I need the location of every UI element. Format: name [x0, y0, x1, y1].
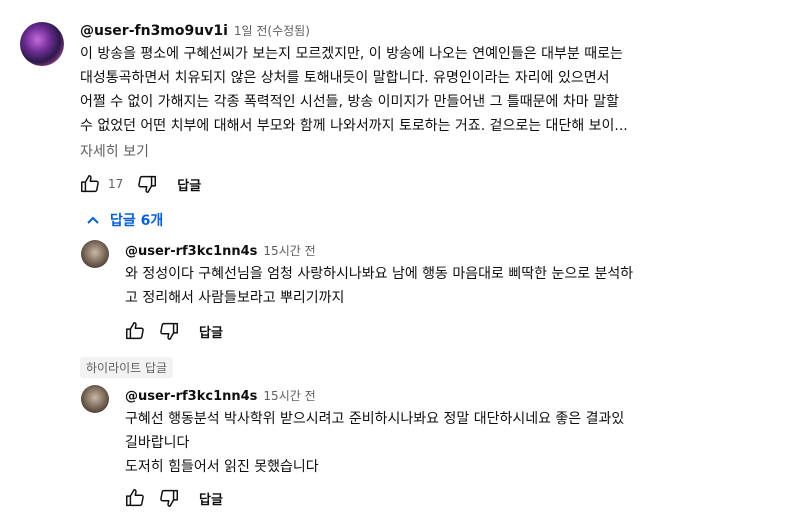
commenter-avatar[interactable] — [20, 22, 64, 66]
reply-avatar[interactable] — [81, 385, 109, 413]
reply-button[interactable]: 답글 — [199, 322, 223, 341]
comment-line: 이 방송을 평소에 구혜선씨가 보는지 모르겠지만, 이 방송에 나오는 연예인… — [80, 46, 623, 62]
highlighted-reply-badge: 하이라이트 답글 — [80, 357, 174, 378]
comment-line: 수 없었던 어떤 치부에 대해서 부모와 함께 나와서까지 토로하는 거죠. 겉… — [80, 118, 628, 134]
reply-body: 와 정성이다 구혜선님을 엄청 사랑하시나봐요 남에 행동 마음대로 삐딱한 눈… — [125, 262, 633, 310]
reply-author[interactable]: @user-rf3kc1nn4s — [125, 389, 257, 404]
reply-line: 길바랍니다 — [125, 435, 190, 451]
reply-button[interactable]: 답글 — [177, 175, 201, 194]
comment-line: 대성통곡하면서 치유되지 않은 상처를 토해내듯이 말합니다. 유명인이라는 자… — [80, 70, 610, 86]
comment-line: 어쩔 수 없이 가해지는 각종 폭력적인 시선들, 방송 이미지가 만들어낸 그… — [80, 94, 619, 110]
reply-body: 구혜선 행동분석 박사학위 받으시려고 준비하시나봐요 정말 대단하시네요 좋은… — [125, 407, 624, 479]
like-icon[interactable] — [123, 486, 147, 510]
like-icon[interactable] — [78, 172, 102, 196]
reply-header: @user-rf3kc1nn4s 15시간 전 — [125, 240, 316, 259]
reply-timestamp[interactable]: 15시간 전 — [263, 389, 315, 403]
reply-line: 도저히 힘들어서 읽진 못했습니다 — [125, 459, 319, 475]
comment-timestamp[interactable]: 1일 전(수정됨) — [234, 24, 310, 38]
reply-actions: 답글 — [123, 486, 223, 510]
comment-body: 이 방송을 평소에 구혜선씨가 보는지 모르겠지만, 이 방송에 나오는 연예인… — [80, 42, 628, 138]
replies-toggle-label: 답글 6개 — [110, 213, 164, 229]
dislike-icon[interactable] — [157, 319, 181, 343]
like-icon[interactable] — [123, 319, 147, 343]
comment-author[interactable]: @user-fn3mo9uv1i — [80, 23, 228, 39]
dislike-icon[interactable] — [135, 172, 159, 196]
reply-timestamp[interactable]: 15시간 전 — [263, 244, 315, 258]
reply-actions: 답글 — [123, 319, 223, 343]
reply-header: @user-rf3kc1nn4s 15시간 전 — [125, 385, 316, 404]
reply-avatar[interactable] — [81, 240, 109, 268]
reply-line: 와 정성이다 구혜선님을 엄청 사랑하시나봐요 남에 행동 마음대로 삐딱한 눈… — [125, 266, 634, 282]
reply-button[interactable]: 답글 — [199, 489, 223, 508]
comment-actions: 17 답글 — [78, 172, 201, 196]
replies-toggle[interactable]: 답글 6개 — [86, 210, 163, 230]
reply-line: 고 정리해서 사람들보라고 뿌리기까지 — [125, 290, 345, 306]
reply-line: 구혜선 행동분석 박사학위 받으시려고 준비하시나봐요 정말 대단하시네요 좋은… — [125, 411, 625, 427]
like-count: 17 — [108, 177, 124, 191]
comment-header: @user-fn3mo9uv1i 1일 전(수정됨) — [80, 20, 310, 39]
dislike-icon[interactable] — [157, 486, 181, 510]
reply-author[interactable]: @user-rf3kc1nn4s — [125, 244, 257, 259]
chevron-up-icon — [86, 213, 100, 227]
read-more-link[interactable]: 자세히 보기 — [80, 141, 149, 161]
